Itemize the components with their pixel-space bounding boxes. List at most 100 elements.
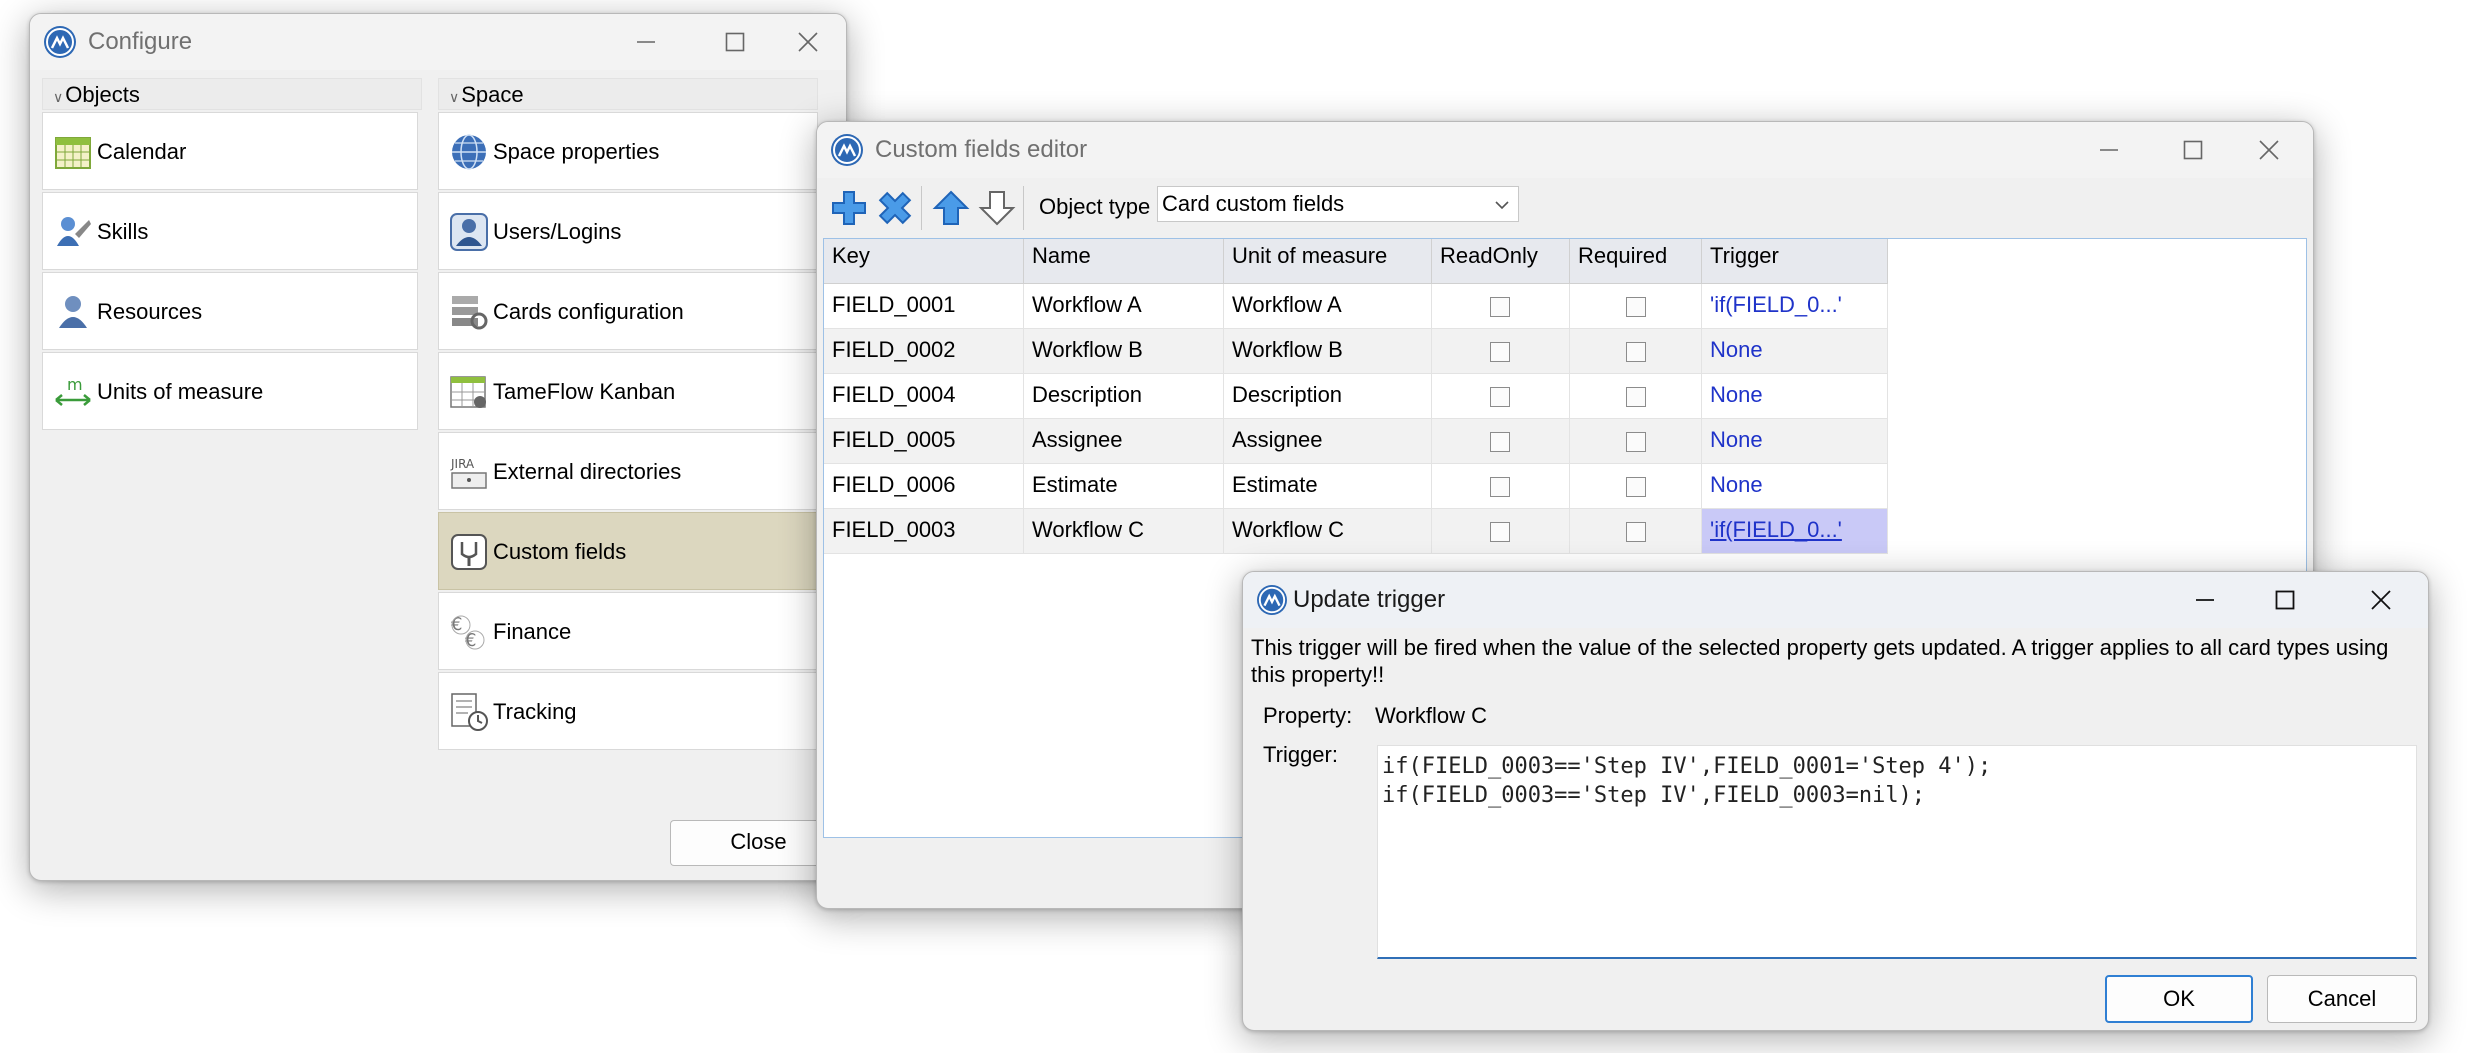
config-item-label: Resources [97, 299, 203, 324]
config-item-external-directories[interactable]: JIRA External directories [438, 432, 818, 510]
config-item-label: Cards configuration [493, 299, 684, 324]
readonly-checkbox[interactable] [1490, 342, 1510, 362]
dialog-title: Update trigger [1293, 586, 1446, 613]
required-checkbox[interactable] [1626, 387, 1646, 407]
cell-trigger-link[interactable]: None [1702, 419, 1888, 464]
cell-trigger-link[interactable]: None [1702, 329, 1888, 374]
space-header-label: Space [461, 82, 524, 107]
required-checkbox[interactable] [1626, 522, 1646, 542]
maximize-button[interactable] [703, 20, 767, 64]
config-item-tracking[interactable]: Tracking [438, 672, 818, 750]
config-item-label: Calendar [97, 139, 187, 164]
app-logo-icon [831, 134, 863, 166]
column-header-readonly[interactable]: ReadOnly [1432, 239, 1570, 284]
cell-required [1570, 374, 1702, 419]
cell-name: Assignee [1024, 419, 1224, 464]
cell-readonly [1432, 284, 1570, 329]
close-window-button[interactable] [2237, 128, 2301, 172]
config-item-resources[interactable]: Resources [42, 272, 418, 350]
cell-trigger-link[interactable]: 'if(FIELD_0...' [1702, 284, 1888, 329]
units-of-measure-icon: m [53, 372, 93, 412]
config-item-calendar[interactable]: Calendar [42, 112, 418, 190]
jira-icon: JIRA [449, 452, 489, 492]
svg-text:m: m [67, 375, 83, 394]
table-row-selected[interactable]: FIELD_0003 Workflow C Workflow C 'if(FIE… [824, 509, 1888, 554]
cell-unit: Workflow B [1224, 329, 1432, 374]
readonly-checkbox[interactable] [1490, 477, 1510, 497]
required-checkbox[interactable] [1626, 432, 1646, 452]
close-window-button[interactable] [2349, 578, 2413, 622]
required-checkbox[interactable] [1626, 297, 1646, 317]
table-row[interactable]: FIELD_0002 Workflow B Workflow B None [824, 329, 1888, 374]
config-item-users-logins[interactable]: Users/Logins [438, 192, 818, 270]
custom-fields-icon [449, 532, 489, 572]
objects-header-label: Objects [65, 82, 140, 107]
cell-trigger-link[interactable]: None [1702, 464, 1888, 509]
move-up-button[interactable] [931, 188, 971, 228]
ok-button[interactable]: OK [2105, 975, 2253, 1023]
column-header-key[interactable]: Key [824, 239, 1024, 284]
object-type-select[interactable]: Card custom fields [1157, 186, 1519, 222]
cell-trigger-link[interactable]: 'if(FIELD_0...' [1702, 509, 1888, 554]
trigger-label: Trigger: [1263, 742, 1338, 767]
configure-titlebar[interactable]: Configure [30, 14, 846, 70]
column-header-name[interactable]: Name [1024, 239, 1224, 284]
readonly-checkbox[interactable] [1490, 522, 1510, 542]
minimize-button[interactable] [2173, 578, 2237, 622]
cell-name: Workflow A [1024, 284, 1224, 329]
ut-titlebar[interactable]: Update trigger [1243, 572, 2428, 628]
minimize-button[interactable] [614, 20, 678, 64]
table-row[interactable]: FIELD_0006 Estimate Estimate None [824, 464, 1888, 509]
table-row[interactable]: FIELD_0005 Assignee Assignee None [824, 419, 1888, 464]
add-field-button[interactable] [829, 188, 869, 228]
column-header-trigger[interactable]: Trigger [1702, 239, 1888, 284]
cell-key: FIELD_0005 [824, 419, 1024, 464]
cards-config-icon [449, 292, 489, 332]
config-item-custom-fields[interactable]: Custom fields [438, 512, 818, 590]
object-type-value: Card custom fields [1162, 191, 1345, 216]
cell-readonly [1432, 509, 1570, 554]
column-header-required[interactable]: Required [1570, 239, 1702, 284]
cell-trigger-link[interactable]: None [1702, 374, 1888, 419]
cell-required [1570, 284, 1702, 329]
cfe-titlebar[interactable]: Custom fields editor [817, 122, 2313, 178]
config-item-label: Users/Logins [493, 219, 622, 244]
required-checkbox[interactable] [1626, 477, 1646, 497]
readonly-checkbox[interactable] [1490, 387, 1510, 407]
chevron-down-icon: ∨ [449, 89, 460, 105]
cell-unit: Workflow A [1224, 284, 1432, 329]
config-item-skills[interactable]: Skills [42, 192, 418, 270]
table-row[interactable]: FIELD_0001 Workflow A Workflow A 'if(FIE… [824, 284, 1888, 329]
readonly-checkbox[interactable] [1490, 432, 1510, 452]
readonly-checkbox[interactable] [1490, 297, 1510, 317]
minimize-button[interactable] [2077, 128, 2141, 172]
maximize-button[interactable] [2161, 128, 2225, 172]
cell-key: FIELD_0004 [824, 374, 1024, 419]
table-row[interactable]: FIELD_0004 Description Description None [824, 374, 1888, 419]
config-item-space-properties[interactable]: Space properties [438, 112, 818, 190]
user-login-icon [449, 212, 489, 252]
property-value: Workflow C [1375, 703, 1488, 728]
column-header-unit[interactable]: Unit of measure [1224, 239, 1432, 284]
cell-unit: Description [1224, 374, 1432, 419]
cell-name: Workflow C [1024, 509, 1224, 554]
finance-icon: € € [449, 612, 489, 652]
delete-field-button[interactable] [875, 188, 915, 228]
config-item-tameflow-kanban[interactable]: TameFlow Kanban [438, 352, 818, 430]
space-section-header[interactable]: ∨Space [438, 78, 818, 110]
required-checkbox[interactable] [1626, 342, 1646, 362]
config-item-cards-configuration[interactable]: Cards configuration [438, 272, 818, 350]
config-item-label: External directories [493, 459, 682, 484]
cell-required [1570, 419, 1702, 464]
window-title: Configure [88, 28, 193, 55]
cancel-button[interactable]: Cancel [2267, 975, 2417, 1023]
config-item-label: Custom fields [493, 539, 627, 564]
close-window-button[interactable] [776, 20, 840, 64]
config-item-finance[interactable]: € € Finance [438, 592, 818, 670]
trigger-code-textarea[interactable]: if(FIELD_0003=='Step IV',FIELD_0001='Ste… [1377, 745, 2417, 959]
config-item-units-of-measure[interactable]: m Units of measure [42, 352, 418, 430]
move-down-button[interactable] [977, 188, 1017, 228]
property-label: Property: [1263, 703, 1353, 728]
objects-section-header[interactable]: ∨Objects [42, 78, 422, 110]
maximize-button[interactable] [2253, 578, 2317, 622]
